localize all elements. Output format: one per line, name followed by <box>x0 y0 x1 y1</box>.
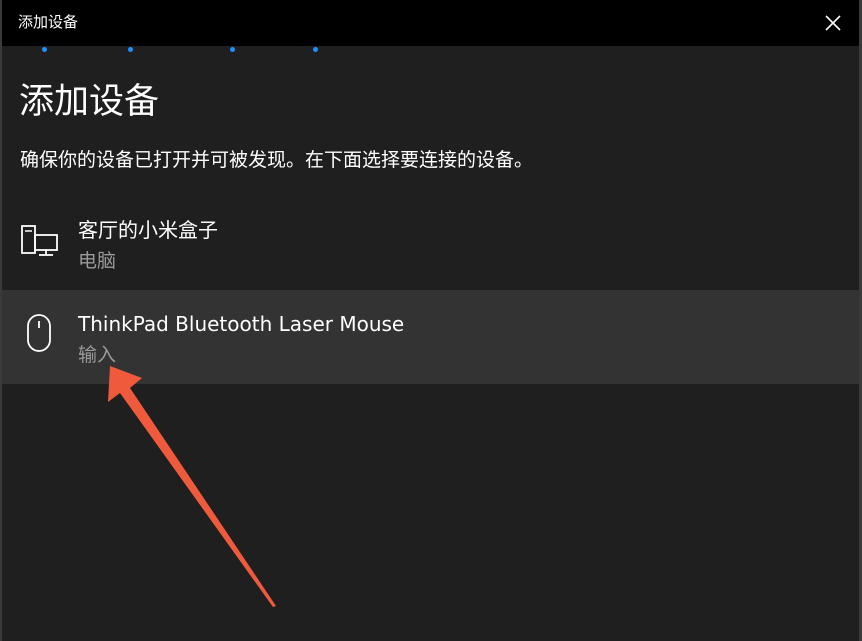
device-name: 客厅的小米盒子 <box>78 218 218 242</box>
title-bar: 添加设备 <box>2 0 859 46</box>
mouse-icon <box>27 314 51 352</box>
device-type: 输入 <box>78 344 117 366</box>
instruction-text: 确保你的设备已打开并可被发现。在下面选择要连接的设备。 <box>20 149 534 171</box>
progress-dot <box>230 47 235 52</box>
page-title: 添加设备 <box>19 82 160 122</box>
device-name: ThinkPad Bluetooth Laser Mouse <box>78 312 405 336</box>
window-title: 添加设备 <box>18 13 79 31</box>
device-type: 电脑 <box>78 250 117 272</box>
searching-progress-indicator <box>2 46 859 54</box>
add-device-dialog: 添加设备 添加设备 确保你的设备已打开并可被发现。在下面选择要连接的设备。 客厅… <box>0 0 862 641</box>
device-list-item[interactable]: 客厅的小米盒子 电脑 <box>2 196 859 290</box>
close-button[interactable] <box>815 5 851 41</box>
progress-dot <box>313 47 318 52</box>
progress-dot <box>42 47 47 52</box>
computer-icon <box>21 225 58 256</box>
progress-dot <box>128 47 133 52</box>
device-list-item-selected[interactable]: ThinkPad Bluetooth Laser Mouse 输入 <box>2 290 859 384</box>
close-icon <box>825 15 841 31</box>
